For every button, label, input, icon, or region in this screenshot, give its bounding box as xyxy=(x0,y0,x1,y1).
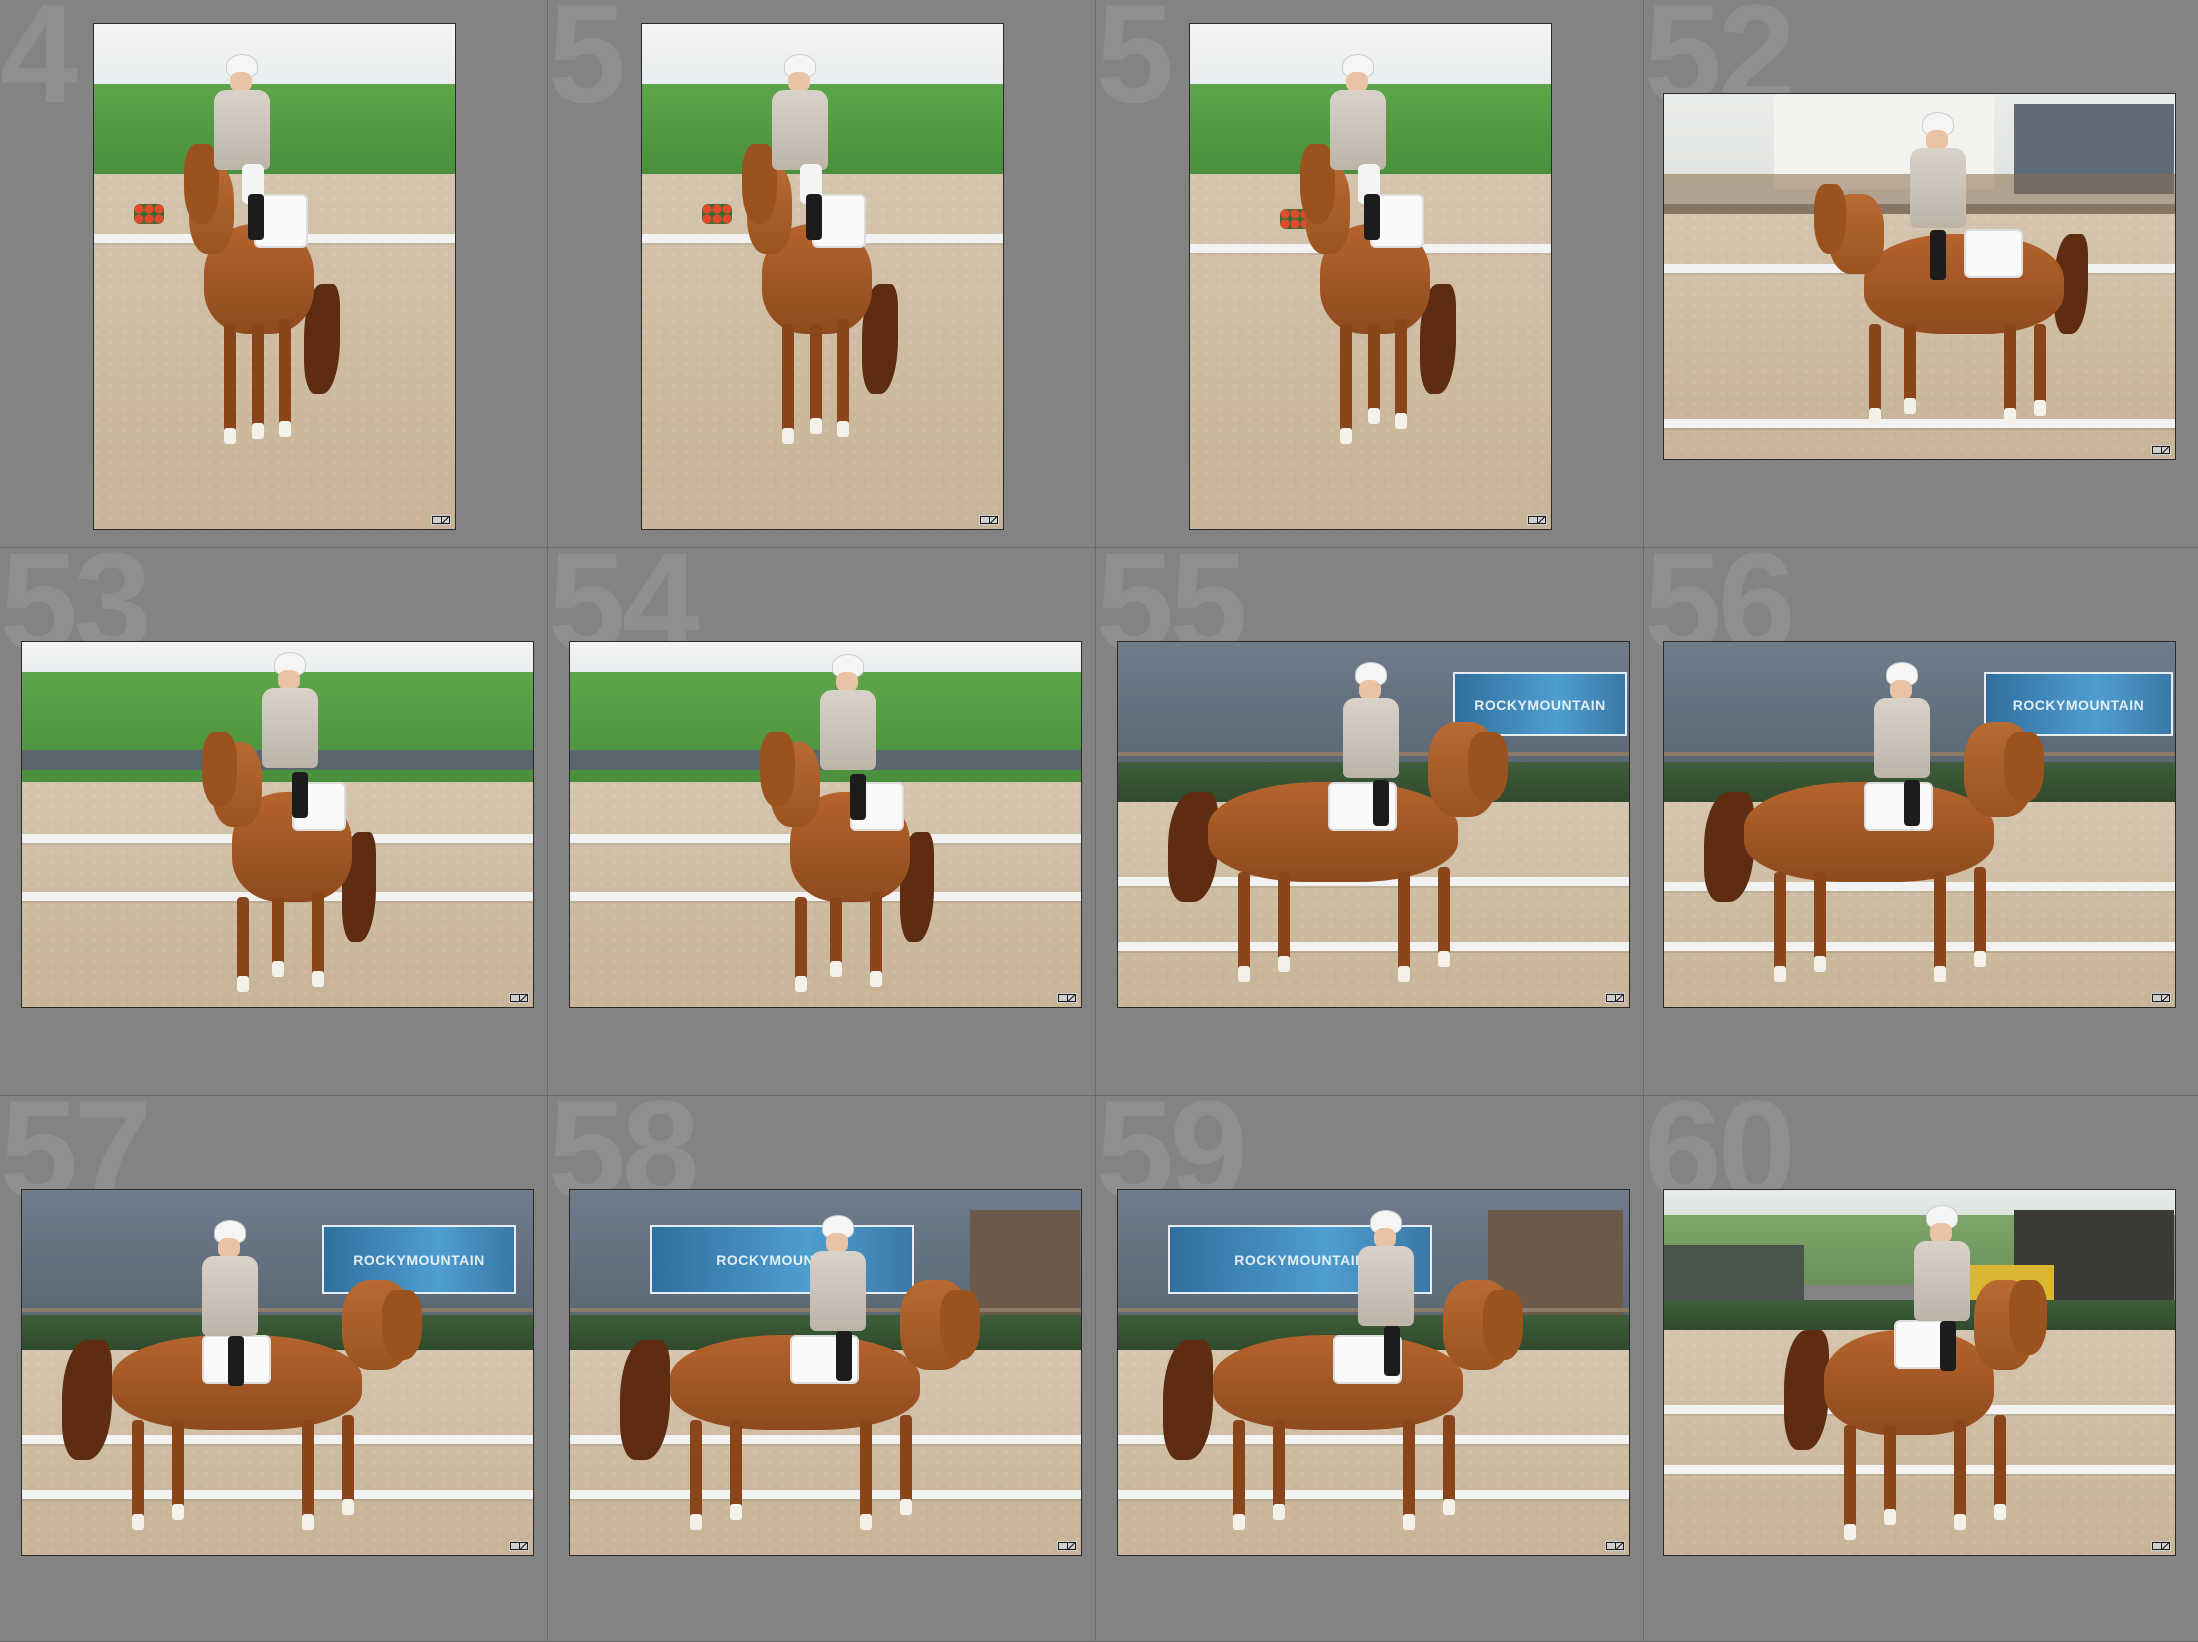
grid-cell[interactable]: 55 ROCKYMOUNTAIN xyxy=(1096,548,1644,1096)
edit-crop-badge-icon[interactable] xyxy=(431,515,451,525)
edit-crop-badge-icon[interactable] xyxy=(2151,445,2171,455)
grid-cell[interactable]: 53 xyxy=(0,548,548,1096)
photo-thumbnail[interactable] xyxy=(1663,93,2176,460)
edit-crop-badge-icon[interactable] xyxy=(1057,1541,1077,1551)
grid-cell[interactable]: 57 ROCKYMOUNTAIN xyxy=(0,1096,548,1642)
photo-thumbnail[interactable] xyxy=(93,23,456,530)
grid-cell[interactable]: 54 xyxy=(548,548,1096,1096)
edit-crop-badge-icon[interactable] xyxy=(1605,993,1625,1003)
edit-crop-badge-icon[interactable] xyxy=(1605,1541,1625,1551)
photo-thumbnail[interactable] xyxy=(641,23,1004,530)
photo-thumbnail[interactable] xyxy=(1189,23,1552,530)
photo-thumbnail[interactable] xyxy=(1663,1189,2176,1556)
edit-crop-badge-icon[interactable] xyxy=(979,515,999,525)
photo-thumbnail[interactable]: ROCKYMOUNTAIN xyxy=(1663,641,2176,1008)
edit-crop-badge-icon[interactable] xyxy=(1527,515,1547,525)
grid-cell[interactable]: 5 xyxy=(1096,0,1644,548)
grid-cell[interactable]: 58 ROCKYMOUNTAIN xyxy=(548,1096,1096,1642)
photo-thumbnail[interactable]: ROCKYMOUNTAIN xyxy=(21,1189,534,1556)
edit-crop-badge-icon[interactable] xyxy=(2151,1541,2171,1551)
grid-cell[interactable]: 60 xyxy=(1644,1096,2198,1642)
grid-cell[interactable]: 56 ROCKYMOUNTAIN xyxy=(1644,548,2198,1096)
banner-text: ROCKYMOUNTAIN xyxy=(1474,696,1606,713)
cell-index-number: 5 xyxy=(548,0,626,132)
photo-thumbnail[interactable] xyxy=(21,641,534,1008)
grid-cell[interactable]: 4 xyxy=(0,0,548,548)
grid-cell[interactable]: 5 xyxy=(548,0,1096,548)
edit-crop-badge-icon[interactable] xyxy=(509,1541,529,1551)
photo-thumbnail[interactable]: ROCKYMOUNTAIN xyxy=(1117,1189,1630,1556)
photo-grid: 4 5 5 52 53 54 55 ROCKYMOUNTAIN 56 ROCKY… xyxy=(0,0,2198,1642)
banner-text: ROCKYMOUNTAIN xyxy=(2012,696,2145,713)
photo-thumbnail[interactable] xyxy=(569,641,1082,1008)
grid-cell[interactable]: 59 ROCKYMOUNTAIN xyxy=(1096,1096,1644,1642)
grid-cell[interactable]: 52 xyxy=(1644,0,2198,548)
edit-crop-badge-icon[interactable] xyxy=(509,993,529,1003)
photo-thumbnail[interactable]: ROCKYMOUNTAIN xyxy=(1117,641,1630,1008)
edit-crop-badge-icon[interactable] xyxy=(2151,993,2171,1003)
photo-thumbnail[interactable]: ROCKYMOUNTAIN xyxy=(569,1189,1082,1556)
edit-crop-badge-icon[interactable] xyxy=(1057,993,1077,1003)
cell-index-number: 4 xyxy=(0,0,78,132)
banner-text: ROCKYMOUNTAIN xyxy=(353,1251,485,1268)
cell-index-number: 5 xyxy=(1096,0,1174,132)
